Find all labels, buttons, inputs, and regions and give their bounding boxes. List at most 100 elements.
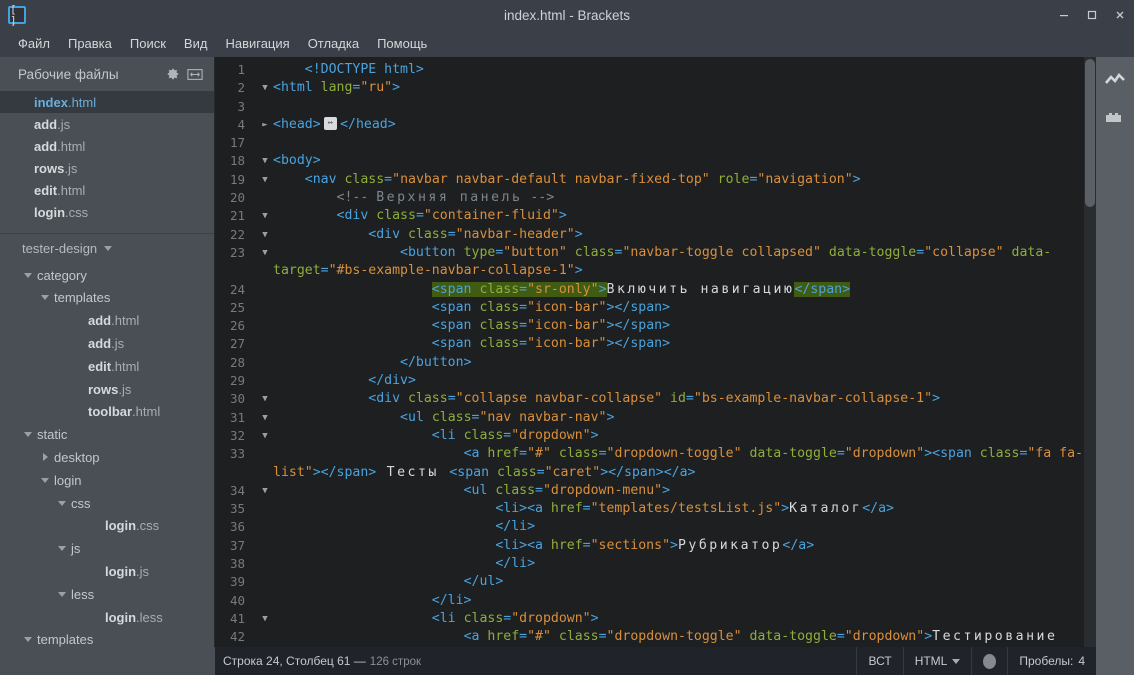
fold-open-icon[interactable]: ▼ [257, 244, 273, 262]
tree-file-item[interactable]: rows .js [0, 378, 214, 401]
menu-item-4[interactable]: Навигация [217, 32, 297, 55]
folder-name: templates [37, 632, 94, 647]
tree-twisty[interactable] [22, 272, 34, 278]
code-editor[interactable]: 1 <!DOCTYPE html> 2 ▼ <html lang="ru"> 3 4 ► <h… [215, 57, 1096, 647]
code-line-text[interactable]: </button> [273, 354, 1096, 372]
menu-item-5[interactable]: Отладка [300, 32, 367, 55]
working-file-item[interactable]: add .html [0, 135, 214, 157]
menu-item-6[interactable]: Помощь [369, 32, 435, 55]
project-root[interactable]: tester-design [0, 234, 214, 264]
code-line-text[interactable]: <span class="icon-bar"></span> [273, 317, 1096, 335]
fold-open-icon[interactable]: ▼ [257, 610, 273, 628]
fold-open-icon[interactable]: ▼ [257, 409, 273, 427]
tree-file-item[interactable]: add .html [0, 309, 214, 332]
code-line-text[interactable]: <span class="sr-only">Включить навигацию… [273, 281, 1096, 299]
code-line-text[interactable]: <span class="icon-bar"></span> [273, 299, 1096, 317]
code-line-text[interactable]: </div> [273, 372, 1096, 390]
code-line-text[interactable]: <body> [273, 152, 1096, 170]
fold-open-icon[interactable]: ▼ [257, 171, 273, 189]
working-file-item[interactable]: login .css [0, 201, 214, 223]
working-file-item[interactable]: add .js [0, 113, 214, 135]
code-line-text[interactable]: </ul> [273, 573, 1096, 591]
maximize-button[interactable] [1078, 0, 1106, 30]
collapsed-region-widget[interactable]: ↔ [323, 117, 338, 131]
code-line-text[interactable]: </li> [273, 518, 1096, 536]
code-line-text[interactable]: <div class="navbar-header"> [273, 226, 1096, 244]
code-line-text[interactable]: <a href="#" class="dropdown-toggle" data… [273, 445, 1096, 482]
fold-open-icon[interactable]: ▼ [257, 390, 273, 408]
fold-open-icon[interactable]: ▼ [257, 79, 273, 97]
tree-twisty[interactable] [56, 500, 68, 506]
code-line-text[interactable]: <span class="icon-bar"></span> [273, 335, 1096, 353]
code-line-text[interactable]: <li><a href="templates/testsList.js">Кат… [273, 500, 1096, 518]
code-line-text[interactable]: <html lang="ru"> [273, 79, 1096, 97]
code-line-text[interactable]: <li class="dropdown"> [273, 610, 1096, 628]
code-line-text[interactable]: <button type = "button" class = "navbar-togg… [273, 244, 1096, 281]
fold-open-icon[interactable]: ▼ [257, 482, 273, 500]
editor-vertical-scrollbar[interactable] [1084, 57, 1096, 647]
code-line-text[interactable]: </li> [273, 555, 1096, 573]
insert-mode-indicator[interactable]: ВСТ [856, 647, 902, 675]
tree-file-item[interactable]: toolbar .html [0, 400, 214, 423]
code-token-tag: <li><a [495, 537, 551, 553]
menu-item-1[interactable]: Правка [60, 32, 120, 55]
tree-folder-item[interactable]: css [0, 492, 214, 515]
tree-folder-item[interactable]: templates [0, 286, 214, 309]
code-line-text[interactable]: <nav class="navbar navbar-default navbar… [273, 171, 1096, 189]
language-selector[interactable]: HTML [902, 647, 972, 675]
fold-closed-icon[interactable]: ► [257, 116, 273, 134]
code-line-text[interactable]: <li class="dropdown"> [273, 427, 1096, 445]
code-line-text[interactable]: <li><a href="sections">Рубрикатор</a> [273, 537, 1096, 555]
code-line-text[interactable]: <head> ↔ </head> [273, 116, 1096, 134]
fold-open-icon[interactable]: ▼ [257, 427, 273, 445]
lint-status-indicator[interactable] [971, 647, 1007, 675]
menu-item-0[interactable]: Файл [10, 32, 58, 55]
code-line-text[interactable]: <div class="collapse navbar-collapse" id… [273, 390, 1096, 408]
code-line: 29 </div> [215, 372, 1096, 390]
working-file-item[interactable]: edit .html [0, 179, 214, 201]
working-file-item[interactable]: rows .js [0, 157, 214, 179]
tree-folder-item[interactable]: static [0, 423, 214, 446]
code-line-text[interactable]: <div class="container-fluid"> [273, 207, 1096, 225]
split-view-icon[interactable] [184, 63, 206, 85]
tree-file-item[interactable]: login .css [0, 514, 214, 537]
tree-folder-item[interactable]: desktop [0, 446, 214, 469]
fold-open-icon[interactable]: ▼ [257, 152, 273, 170]
tree-folder-item[interactable]: login [0, 469, 214, 492]
code-line-text[interactable]: <ul class="dropdown-menu"> [273, 482, 1096, 500]
code-line-text[interactable]: <ul class="nav navbar-nav"> [273, 409, 1096, 427]
tree-folder-item[interactable]: templates [0, 628, 214, 647]
tree-twisty[interactable] [39, 477, 51, 483]
tree-twisty[interactable] [22, 432, 34, 438]
fold-open-icon[interactable]: ▼ [257, 207, 273, 225]
live-preview-button[interactable] [1102, 67, 1128, 93]
extension-manager-button[interactable] [1102, 103, 1128, 129]
tree-file-item[interactable]: login .less [0, 606, 214, 629]
tree-file-item[interactable]: login .js [0, 560, 214, 583]
tree-folder-item[interactable]: less [0, 583, 214, 606]
close-button[interactable] [1106, 0, 1134, 30]
gear-icon[interactable] [162, 63, 184, 85]
tree-twisty[interactable] [56, 591, 68, 597]
tree-twisty[interactable] [39, 295, 51, 301]
code-token-attr: role [717, 171, 750, 187]
menu-item-3[interactable]: Вид [176, 32, 216, 55]
scrollbar-thumb[interactable] [1085, 59, 1095, 207]
tree-file-item[interactable]: edit .html [0, 355, 214, 378]
indent-setting[interactable]: Пробелы: 4 [1007, 647, 1096, 675]
tree-file-item[interactable]: add .js [0, 332, 214, 355]
tree-twisty[interactable] [22, 637, 34, 643]
minimize-button[interactable] [1050, 0, 1078, 30]
menu-item-2[interactable]: Поиск [122, 32, 174, 55]
tree-folder-item[interactable]: category [0, 264, 214, 287]
tree-folder-item[interactable]: js [0, 537, 214, 560]
code-line-text[interactable]: </li> [273, 592, 1096, 610]
fold-open-icon[interactable]: ▼ [257, 226, 273, 244]
line-number: 42 [229, 629, 245, 645]
tree-twisty[interactable] [39, 453, 51, 462]
working-file-item[interactable]: index .html [0, 91, 214, 113]
code-line-text[interactable]: <!DOCTYPE html> [273, 61, 1096, 79]
code-line-text[interactable]: <!-- Верхняя панель --> [273, 189, 1096, 207]
tree-twisty[interactable] [56, 546, 68, 552]
code-line-text[interactable]: <a href="#" class="dropdown-toggle" data… [273, 628, 1096, 647]
